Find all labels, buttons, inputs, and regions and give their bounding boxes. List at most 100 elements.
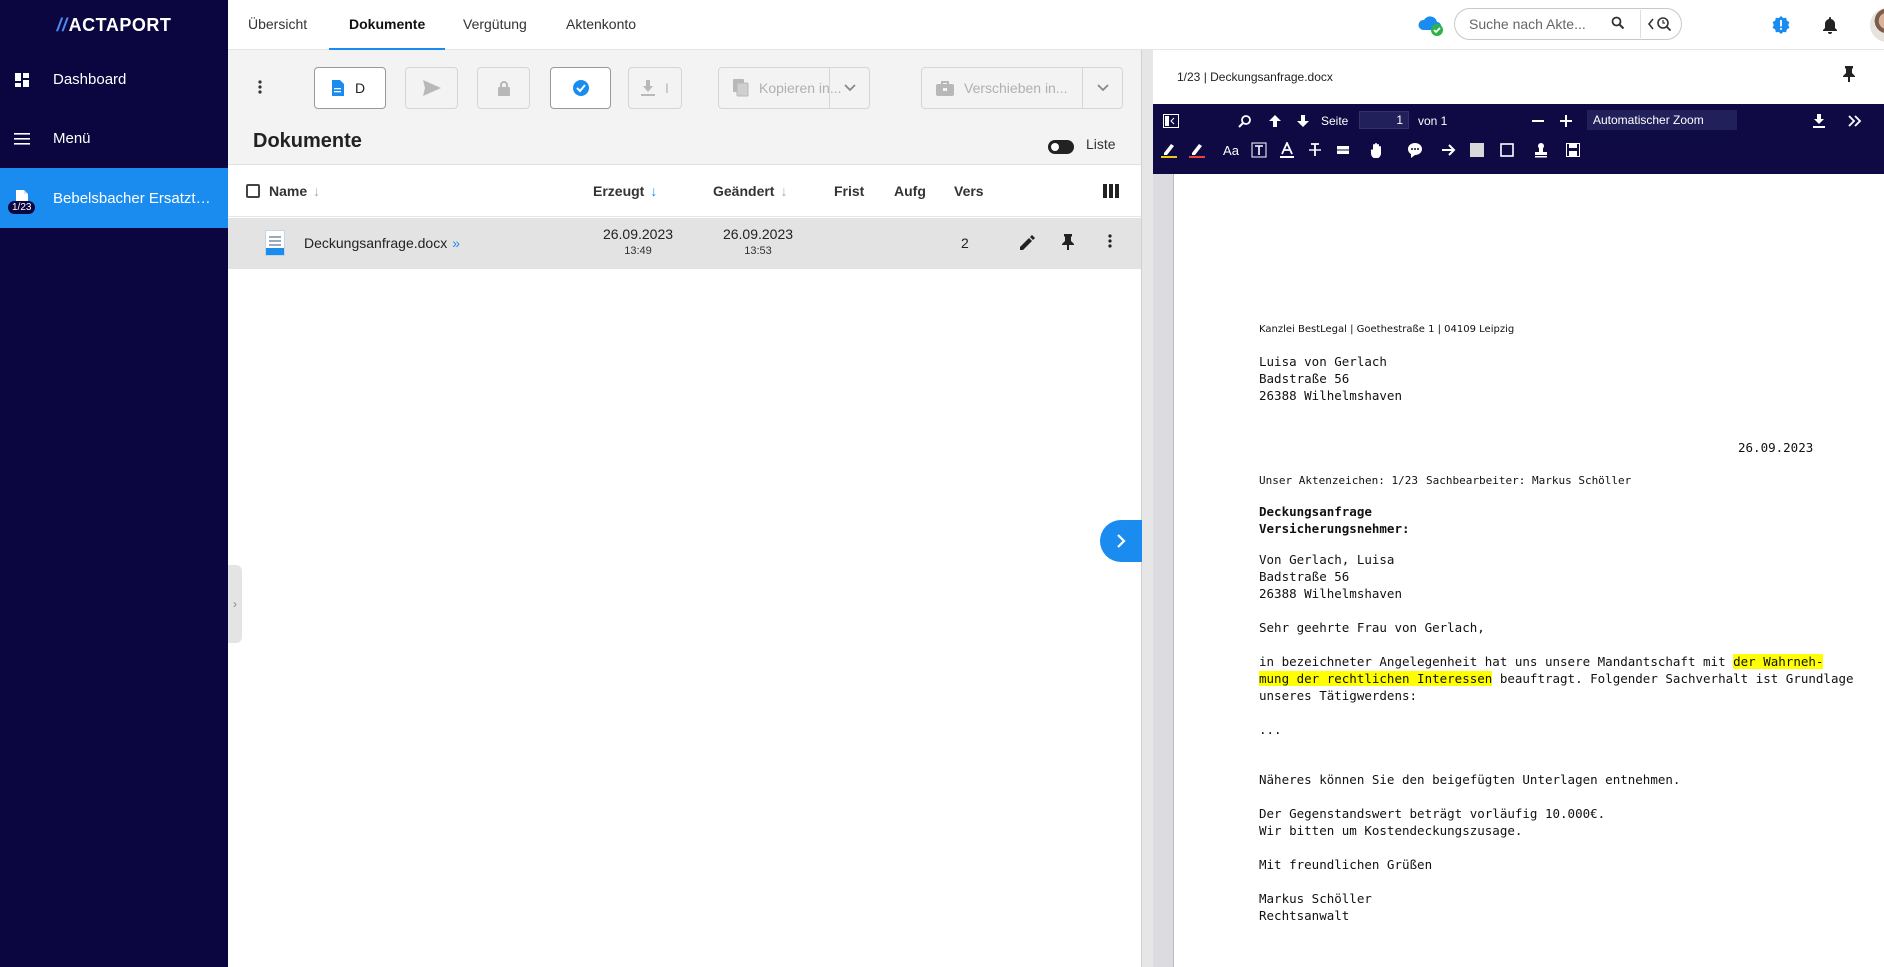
highlight-area-icon[interactable] xyxy=(1187,140,1207,160)
hand-tool-icon[interactable] xyxy=(1367,140,1387,160)
table-row[interactable]: Deckungsanfrage.docx» 26.09.2023 13:49 2… xyxy=(228,218,1141,269)
rectangle-icon[interactable] xyxy=(1497,140,1517,160)
letter-body-line: in bezeichneter Angelegenheit hat uns un… xyxy=(1259,654,1824,669)
chevron-down-icon[interactable] xyxy=(1082,68,1122,108)
sidebar: //ACTAPORT Dashboard Menü 1/23 Bebelsbac… xyxy=(0,0,228,967)
strikethrough-icon[interactable] xyxy=(1305,140,1325,160)
copy-to-button[interactable]: Kopieren in... xyxy=(718,67,870,109)
sidebar-item-label: Menü xyxy=(53,130,91,147)
panel-resize-divider[interactable] xyxy=(1141,50,1153,967)
move-to-button[interactable]: Verschieben in... xyxy=(921,67,1123,109)
lock-button[interactable] xyxy=(477,67,530,109)
top-navigation: Übersicht Dokumente Vergütung Aktenkonto xyxy=(228,0,1884,50)
letter-body-line: mung der rechtlichen Interessen beauftra… xyxy=(1259,671,1854,686)
comment-icon[interactable] xyxy=(1405,140,1425,160)
download-button[interactable]: I xyxy=(628,67,682,109)
pdf-page: Kanzlei BestLegal | Goethestraße 1 | 041… xyxy=(1173,174,1884,967)
list-view-label: Liste xyxy=(1086,136,1116,152)
download-icon xyxy=(641,80,656,96)
search-icon[interactable] xyxy=(1611,16,1625,35)
column-label: Name xyxy=(269,183,308,199)
text-color-icon[interactable] xyxy=(1277,140,1297,160)
more-tools-icon[interactable] xyxy=(1845,111,1865,131)
bell-icon[interactable] xyxy=(1819,14,1841,36)
document-name[interactable]: Deckungsanfrage.docx» xyxy=(304,235,460,251)
column-name[interactable]: Name ↓ xyxy=(269,183,320,199)
list-view-toggle[interactable] xyxy=(1048,140,1074,154)
text-size-icon[interactable]: Aa xyxy=(1221,140,1241,160)
previous-page-icon[interactable] xyxy=(1265,111,1285,131)
menu-icon xyxy=(14,131,30,147)
dashboard-icon xyxy=(14,72,30,88)
letter-body-line: Der Gegenstandswert beträgt vorläufig 10… xyxy=(1259,806,1606,821)
column-changed[interactable]: Geändert ↓ xyxy=(713,183,787,199)
recipient-line: Badstraße 56 xyxy=(1259,371,1350,386)
preview-title: 1/23 | Deckungsanfrage.docx xyxy=(1177,70,1333,84)
filled-rect-icon[interactable] xyxy=(1467,140,1487,160)
pin-preview-icon[interactable] xyxy=(1843,66,1855,87)
edit-icon[interactable] xyxy=(1020,234,1036,253)
notice-badge-icon[interactable] xyxy=(1770,14,1792,36)
letter-signer-title: Rechtsanwalt xyxy=(1259,908,1350,923)
chevron-down-icon[interactable] xyxy=(829,68,869,108)
sort-arrow-icon: ↓ xyxy=(313,183,321,199)
sidebar-item-dashboard[interactable]: Dashboard xyxy=(0,50,228,109)
column-created[interactable]: Erzeugt ↓ xyxy=(593,183,657,199)
approve-button[interactable] xyxy=(550,67,611,109)
actaport-logo[interactable]: //ACTAPORT xyxy=(0,0,228,50)
chevron-right-icon xyxy=(1117,534,1126,548)
documents-header: Dokumente Liste xyxy=(228,118,1141,165)
pdf-download-icon[interactable] xyxy=(1809,111,1829,131)
columns-icon[interactable] xyxy=(1103,184,1119,201)
highlighted-text: mung der rechtlichen Interessen xyxy=(1259,671,1493,686)
document-preview: 1/23 | Deckungsanfrage.docx Seite von 1 … xyxy=(1153,50,1884,967)
zoom-select[interactable]: Automatischer Zoom xyxy=(1587,110,1737,130)
letter-reference: Unser Aktenzeichen: 1/23 xyxy=(1259,474,1418,487)
insured-line: Von Gerlach, Luisa xyxy=(1259,552,1395,567)
tab-dokumente[interactable]: Dokumente xyxy=(329,0,446,50)
page-number-input[interactable] xyxy=(1359,111,1409,129)
tab-aktenkonto[interactable]: Aktenkonto xyxy=(546,0,656,50)
column-tasks[interactable]: Aufg xyxy=(894,183,926,199)
more-vert-icon[interactable] xyxy=(258,80,262,99)
select-all-checkbox[interactable] xyxy=(246,184,260,198)
sidebar-item-menu[interactable]: Menü xyxy=(0,109,228,168)
send-button[interactable] xyxy=(405,67,458,109)
cloud-sync-icon[interactable] xyxy=(1417,12,1445,38)
tab-uebersicht[interactable]: Übersicht xyxy=(228,0,327,50)
search-history-icon[interactable] xyxy=(1640,10,1680,38)
stamp-icon[interactable] xyxy=(1531,140,1551,160)
expand-preview-button[interactable] xyxy=(1100,520,1142,562)
page-count: von 1 xyxy=(1418,114,1448,128)
find-icon[interactable] xyxy=(1235,111,1255,131)
word-document-icon xyxy=(265,230,285,256)
document-name-text: Deckungsanfrage.docx xyxy=(304,235,448,251)
column-deadline[interactable]: Frist xyxy=(834,183,864,199)
zoom-out-icon[interactable] xyxy=(1528,111,1548,131)
body-text: beauftragt. Folgender Sachverhalt ist Gr… xyxy=(1492,671,1854,686)
pin-icon[interactable] xyxy=(1062,234,1074,253)
check-circle-icon xyxy=(572,80,589,96)
sidebar-item-case[interactable]: 1/23 Bebelsbacher Ersatzte... xyxy=(0,168,228,228)
pdf-viewer[interactable]: Kanzlei BestLegal | Goethestraße 1 | 041… xyxy=(1153,174,1884,967)
documents-toolbar: D I Kopieren in... Verschieben in... xyxy=(228,50,1141,118)
arrow-tool-icon[interactable] xyxy=(1439,140,1459,160)
text-box-icon[interactable] xyxy=(1249,140,1269,160)
sidebar-toggle-icon[interactable] xyxy=(1161,111,1181,131)
next-page-icon[interactable] xyxy=(1293,111,1313,131)
user-avatar[interactable] xyxy=(1870,8,1884,42)
redact-icon[interactable] xyxy=(1333,140,1353,160)
expand-versions-link[interactable]: » xyxy=(452,235,460,251)
save-icon[interactable] xyxy=(1563,140,1583,160)
row-more-icon[interactable] xyxy=(1108,234,1112,251)
version-cell: 2 xyxy=(961,235,969,251)
download-label: I xyxy=(665,80,669,96)
sidebar-collapse-handle[interactable]: › xyxy=(228,565,242,643)
insured-line: 26388 Wilhelmshaven xyxy=(1259,586,1402,601)
zoom-in-icon[interactable] xyxy=(1556,111,1576,131)
new-document-button[interactable]: D xyxy=(314,67,386,109)
highlight-icon[interactable] xyxy=(1159,140,1179,160)
sort-arrow-icon: ↓ xyxy=(780,183,788,199)
tab-verguetung[interactable]: Vergütung xyxy=(443,0,547,50)
column-version[interactable]: Vers xyxy=(954,183,984,199)
